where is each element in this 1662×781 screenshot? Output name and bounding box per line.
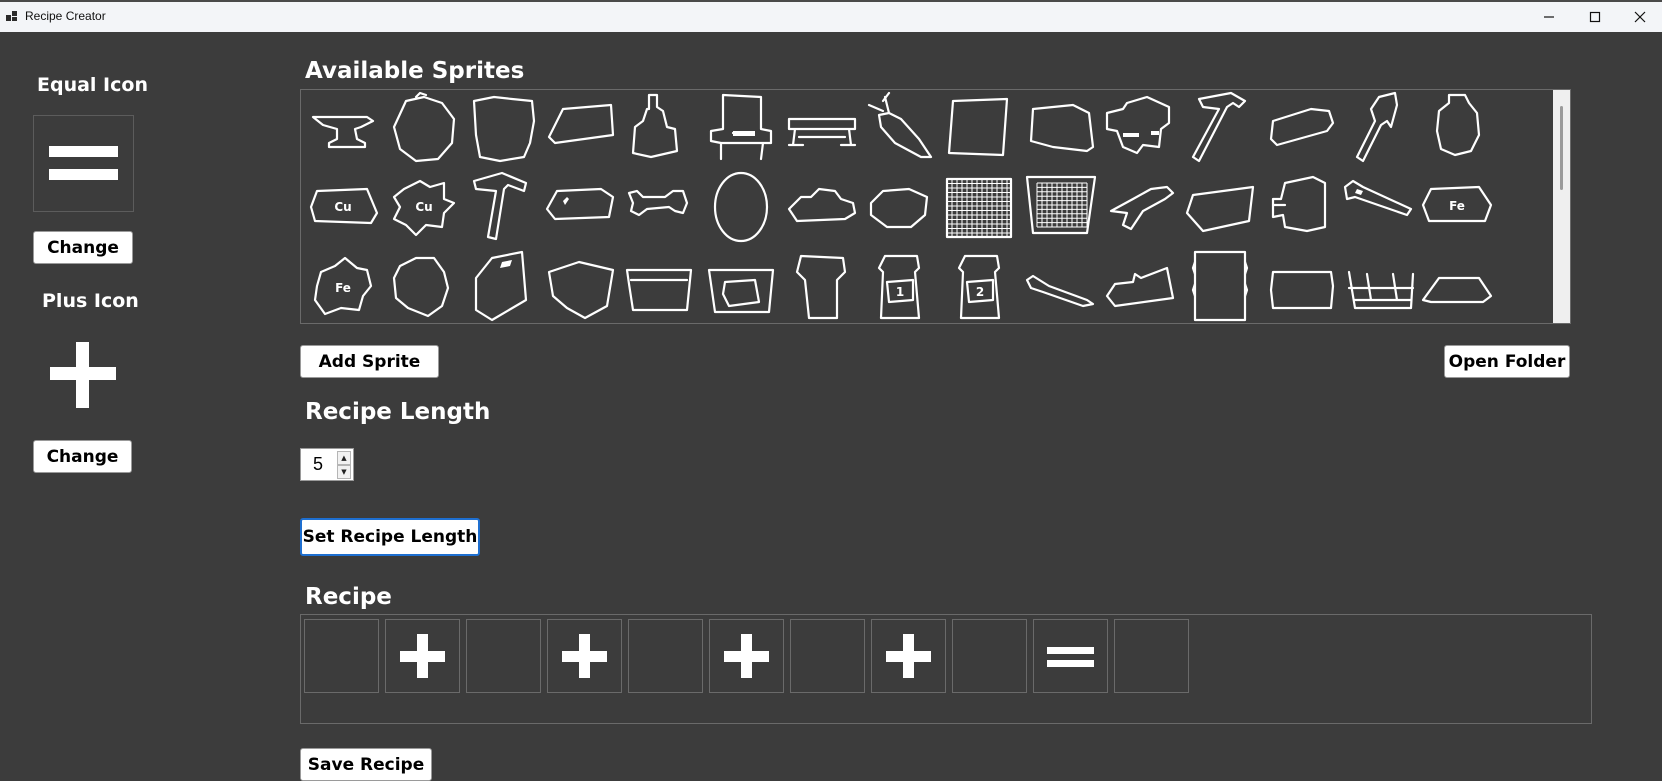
stick-sprite[interactable] (1103, 169, 1179, 245)
sprites-scrollbar[interactable] (1553, 90, 1570, 323)
iron-ingot-sprite[interactable]: Fe (1419, 169, 1495, 245)
close-button[interactable] (1617, 2, 1662, 32)
mesh-sprite[interactable] (941, 169, 1017, 245)
ore-chunk-sprite[interactable] (386, 248, 462, 323)
equal-icon (1047, 647, 1094, 667)
copper-ore-sprite[interactable]: Cu (386, 169, 462, 245)
bed-sprite[interactable] (1341, 248, 1417, 323)
open-folder-button[interactable]: Open Folder (1444, 345, 1570, 378)
potion-2-sprite[interactable]: 2 (941, 248, 1017, 323)
glove-sprite[interactable] (1103, 248, 1179, 323)
knife-sprite[interactable] (1023, 248, 1099, 323)
plus-icon-heading: Plus Icon (42, 290, 139, 312)
square-sprite[interactable] (941, 91, 1017, 167)
recipe-ingredient-slot[interactable] (790, 619, 865, 693)
copper-ingot-sprite[interactable]: Cu (305, 169, 381, 245)
recipe-ingredient-slot[interactable] (952, 619, 1027, 693)
furnace-sprite[interactable] (1103, 91, 1179, 167)
recipe-heading: Recipe (305, 584, 392, 610)
crucible-sprite[interactable] (703, 248, 779, 323)
change-plus-icon-button[interactable]: Change (33, 440, 132, 473)
title-bar: Recipe Creator (0, 0, 1662, 32)
potion-1-sprite[interactable]: 1 (861, 248, 937, 323)
minimize-button[interactable] (1526, 2, 1572, 32)
slab-sprite[interactable] (1023, 91, 1099, 167)
available-sprites-heading: Available Sprites (305, 58, 525, 84)
recipe-plus-slot[interactable] (709, 619, 784, 693)
cloud-sprite[interactable] (783, 169, 859, 245)
save-recipe-button[interactable]: Save Recipe (300, 748, 432, 781)
window-title: Recipe Creator (25, 9, 106, 23)
minimize-icon (1544, 16, 1554, 18)
basket-sprite[interactable] (1023, 169, 1099, 245)
equal-icon-heading: Equal Icon (37, 74, 148, 96)
shield-sprite[interactable] (543, 248, 619, 323)
round-stone-sprite[interactable] (861, 169, 937, 245)
add-sprite-button[interactable]: Add Sprite (300, 345, 439, 378)
pickaxe-sprite[interactable] (464, 169, 540, 245)
recipe-length-stepper[interactable]: 5 ▲ ▼ (300, 448, 354, 481)
equal-icon-preview (33, 115, 134, 212)
shard-sprite[interactable] (464, 248, 540, 323)
plus-icon (562, 634, 607, 678)
maximize-button[interactable] (1572, 2, 1618, 32)
svg-text:2: 2 (976, 285, 984, 299)
cushion-sprite[interactable] (1263, 248, 1339, 323)
svg-text:Cu: Cu (334, 200, 351, 214)
pillar-sprite[interactable] (1183, 248, 1259, 323)
bone-sprite[interactable] (621, 169, 697, 245)
glass-plate-sprite[interactable] (543, 169, 619, 245)
plus-icon (400, 634, 445, 678)
sprites-panel[interactable]: Cu Cu Fe Fe 1 2 (300, 89, 1571, 324)
wedge-sprite[interactable] (1263, 91, 1339, 167)
pot-sprite[interactable] (1419, 91, 1495, 167)
bucket-sprite[interactable] (621, 248, 697, 323)
svg-text:Fe: Fe (1449, 199, 1465, 213)
svg-text:Fe: Fe (335, 281, 351, 295)
workbench-sprite[interactable] (783, 91, 859, 167)
iron-ore-sprite[interactable]: Fe (305, 248, 381, 323)
recipe-ingredient-slot[interactable] (1114, 619, 1189, 693)
board-sprite[interactable] (1183, 169, 1259, 245)
vase-sprite[interactable] (783, 248, 859, 323)
anvil-sprite[interactable] (305, 91, 381, 167)
carrot-sprite[interactable] (861, 91, 937, 167)
axe-sprite[interactable] (1341, 91, 1417, 167)
plus-icon (724, 634, 769, 678)
plus-icon (886, 634, 931, 678)
change-equal-icon-button[interactable]: Change (33, 231, 133, 264)
stepper-down-icon[interactable]: ▼ (337, 465, 351, 479)
bottle-sprite[interactable] (621, 91, 697, 167)
maximize-icon (1589, 11, 1601, 23)
close-icon (1634, 11, 1646, 23)
recipe-plus-slot[interactable] (871, 619, 946, 693)
plus-icon (50, 342, 116, 408)
set-recipe-length-button[interactable]: Set Recipe Length (300, 518, 480, 556)
svg-text:Cu: Cu (415, 200, 432, 214)
plus-icon-preview (44, 336, 122, 414)
tray-sprite[interactable] (1419, 248, 1495, 323)
recipe-equal-slot[interactable] (1033, 619, 1108, 693)
recipe-ingredient-slot[interactable] (304, 619, 379, 693)
app-window-icon (6, 11, 18, 23)
stone-block-sprite[interactable] (464, 91, 540, 167)
plank-sprite[interactable] (543, 91, 619, 167)
recipe-length-value[interactable]: 5 (313, 454, 323, 475)
recipe-panel (300, 614, 1592, 724)
svg-text:1: 1 (896, 285, 904, 299)
recipe-plus-slot[interactable] (547, 619, 622, 693)
hammer-sprite[interactable] (1183, 91, 1259, 167)
egg-sprite[interactable] (703, 169, 779, 245)
saw-sprite[interactable] (1341, 169, 1417, 245)
recipe-length-heading: Recipe Length (305, 399, 491, 425)
scrollbar-thumb[interactable] (1560, 106, 1563, 190)
recipe-plus-slot[interactable] (385, 619, 460, 693)
stepper-up-icon[interactable]: ▲ (337, 451, 351, 465)
rock-sprite[interactable] (386, 91, 462, 167)
machine-sprite[interactable] (1263, 169, 1339, 245)
recipe-ingredient-slot[interactable] (628, 619, 703, 693)
equal-icon (49, 146, 118, 180)
recipe-ingredient-slot[interactable] (466, 619, 541, 693)
chair-sprite[interactable] (703, 91, 779, 167)
